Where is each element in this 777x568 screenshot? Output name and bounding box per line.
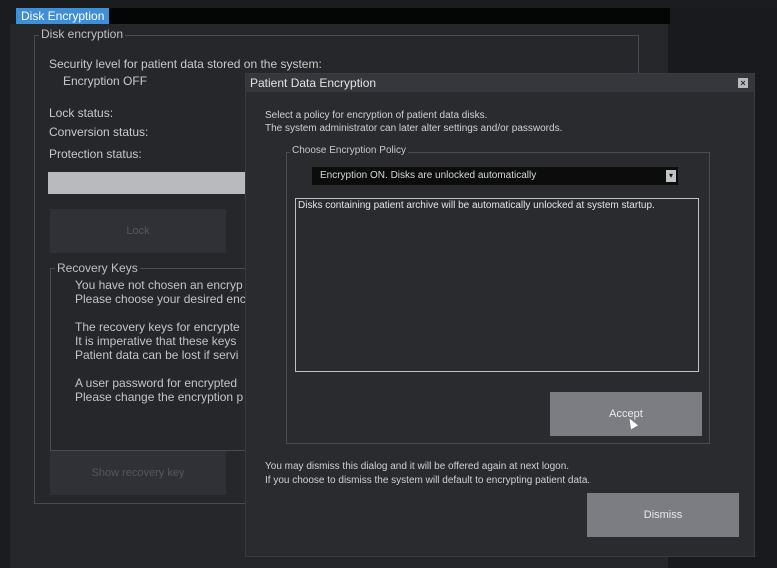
encryption-policy-select[interactable]: Encryption ON. Disks are unlocked automa… [312, 167, 678, 185]
policy-description: Disks containing patient archive will be… [298, 200, 655, 211]
window-titlebar [16, 8, 670, 24]
dialog-title: Patient Data Encryption [250, 76, 377, 90]
dismiss-info-line1: You may dismiss this dialog and it will … [265, 461, 570, 472]
lock-button[interactable]: Lock [50, 209, 226, 253]
show-recovery-key-button[interactable]: Show recovery key [50, 451, 226, 495]
dismiss-button[interactable]: Dismiss [587, 493, 739, 537]
dialog-intro-line1: Select a policy for encryption of patien… [265, 110, 488, 121]
recovery-keys-title: Recovery Keys [55, 261, 140, 275]
recovery-keys-text: You have not chosen an encryp Please cho… [75, 278, 245, 404]
policy-description-box: Disks containing patient archive will be… [295, 198, 699, 372]
encryption-progress-bar [48, 172, 248, 194]
tab-disk-encryption[interactable]: Disk Encryption [16, 8, 110, 24]
chevron-down-icon[interactable]: ▾ [666, 170, 676, 182]
protection-status-label: Protection status: [49, 147, 142, 161]
disk-encryption-group-title: Disk encryption [39, 27, 126, 41]
dismiss-info-line2: If you choose to dismiss the system will… [265, 475, 591, 486]
patient-data-encryption-dialog: Patient Data Encryption × Select a polic… [245, 73, 755, 557]
dialog-titlebar: Patient Data Encryption × [246, 74, 754, 92]
close-icon[interactable]: × [738, 78, 748, 88]
lock-status-label: Lock status: [49, 106, 114, 120]
security-level-label: Security level for patient data stored o… [49, 57, 322, 71]
dialog-intro-line2: The system administrator can later alter… [265, 123, 563, 134]
accept-button[interactable]: Accept [550, 392, 702, 436]
encryption-policy-selected: Encryption ON. Disks are unlocked automa… [320, 170, 537, 181]
security-level-value: Encryption OFF [63, 74, 148, 88]
encryption-policy-group-title: Choose Encryption Policy [290, 145, 408, 156]
conversion-status-label: Conversion status: [49, 125, 149, 139]
